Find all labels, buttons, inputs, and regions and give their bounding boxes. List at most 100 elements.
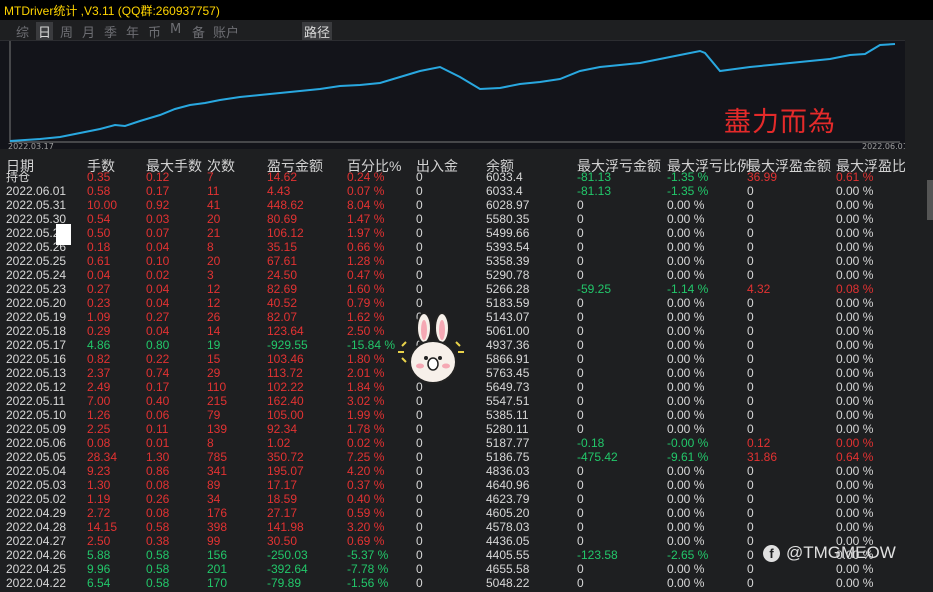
table-row[interactable]: 2022.05.20 0.23 0.04 12 40.52 0.79 % 0 5183.59 0… bbox=[0, 296, 905, 310]
tab-4[interactable]: 季 bbox=[104, 22, 117, 41]
tab-1[interactable]: 日 bbox=[36, 22, 54, 41]
cell-maxlots: 0.01 bbox=[146, 436, 170, 450]
table-row[interactable]: 2022.05.25 0.61 0.10 20 67.61 1.28 % 0 5358.39 0… bbox=[0, 254, 905, 268]
table-row[interactable]: 2022.05.30 0.54 0.03 20 80.69 1.47 % 0 5580.35 0… bbox=[0, 212, 905, 226]
cell-mfp: 0 bbox=[747, 408, 754, 422]
cell-mfpp: 0.00 % bbox=[836, 576, 874, 590]
tab-6[interactable]: 币 bbox=[148, 22, 161, 41]
cell-pnl: 195.07 bbox=[267, 464, 304, 478]
cell-mfpp: 0.00 % bbox=[836, 296, 874, 310]
cell-maxlots: 0.07 bbox=[146, 226, 170, 240]
cell-pct: 4.20 % bbox=[347, 464, 385, 478]
cell-mfpp: 0.00 % bbox=[836, 464, 874, 478]
table-row[interactable]: 2022.05.09 2.25 0.11 139 92.34 1.78 % 0 5280.11… bbox=[0, 422, 905, 436]
cell-mfp: 0 bbox=[747, 394, 754, 408]
tab-0[interactable]: 综 bbox=[16, 22, 29, 41]
cell-date: 2022.05.23 bbox=[6, 282, 67, 296]
cell-date: 2022.06.01 bbox=[6, 184, 67, 198]
cell-pct: 3.20 % bbox=[347, 520, 385, 534]
table-row[interactable]: 2022.04.29 2.72 0.08 176 27.17 0.59 % 0 4605.20… bbox=[0, 506, 905, 520]
cell-pct: 1.28 % bbox=[347, 254, 385, 268]
cell-maxlots: 0.38 bbox=[146, 534, 170, 548]
cell-pnl: 24.50 bbox=[267, 268, 298, 282]
cell-maxlots: 0.22 bbox=[146, 352, 170, 366]
cell-lots: 10.00 bbox=[87, 198, 118, 212]
cell-maxlots: 0.08 bbox=[146, 506, 170, 520]
table-row[interactable]: 2022.04.28 14.15 0.58 398 141.98 3.20 % 0 4578.… bbox=[0, 520, 905, 534]
cell-mflp: 0.00 % bbox=[667, 478, 705, 492]
table-row[interactable]: 2022.04.25 9.96 0.58 201 -392.64 -7.78 % 0 4655… bbox=[0, 562, 905, 576]
cell-mfl: 0 bbox=[577, 198, 584, 212]
cell-pnl: 4.43 bbox=[267, 184, 291, 198]
cell-pnl: 67.61 bbox=[267, 254, 298, 268]
tab-9[interactable]: 账户 bbox=[213, 22, 239, 41]
cell-date: 2022.04.28 bbox=[6, 520, 67, 534]
cell-mflp: -2.65 % bbox=[667, 548, 709, 562]
table-row[interactable]: 2022.05.23 0.27 0.04 12 82.69 1.60 % 0 5266.28 -… bbox=[0, 282, 905, 296]
cell-pct: 1.78 % bbox=[347, 422, 385, 436]
cell-count: 15 bbox=[207, 352, 221, 366]
cell-lots: 0.23 bbox=[87, 296, 111, 310]
table-row[interactable]: 2022.05.26 0.18 0.04 8 35.15 0.66 % 0 5393.54 0 0… bbox=[0, 240, 905, 254]
cell-lots: 0.58 bbox=[87, 184, 111, 198]
table-row[interactable]: 2022.05.27 0.50 0.07 21 106.12 1.97 % 0 5499.66… bbox=[0, 226, 905, 240]
table-row[interactable]: 2022.05.31 10.00 0.92 41 448.62 8.04 % 0 6028.9… bbox=[0, 198, 905, 212]
tab-2[interactable]: 周 bbox=[60, 22, 73, 41]
cell-pct: 0.37 % bbox=[347, 478, 385, 492]
cell-count: 79 bbox=[207, 408, 221, 422]
cell-bal: 5266.28 bbox=[486, 282, 530, 296]
cell-mfl: 0 bbox=[577, 534, 584, 548]
table-row[interactable]: 2022.05.24 0.04 0.02 3 24.50 0.47 % 0 5290.78 0 0… bbox=[0, 268, 905, 282]
cell-bal: 5280.11 bbox=[486, 422, 529, 436]
watermark-text: @TMGMEOW bbox=[786, 543, 896, 562]
cell-pct: 0.40 % bbox=[347, 492, 385, 506]
cell-pnl: 105.00 bbox=[267, 408, 304, 422]
cell-pnl: -392.64 bbox=[267, 562, 308, 576]
cell-pct: -15.84 % bbox=[347, 338, 396, 352]
table-row[interactable]: 2022.05.05 28.34 1.30 785 350.72 7.25 % 0 5186.… bbox=[0, 450, 905, 464]
scrollbar-thumb[interactable] bbox=[927, 180, 933, 220]
window-title: MTDriver统计 ,V3.11 (QQ群:260937757) bbox=[4, 4, 220, 18]
tab-7[interactable]: M bbox=[170, 22, 181, 37]
cell-pct: 0.69 % bbox=[347, 534, 385, 548]
table-row[interactable]: 2022.04.22 6.54 0.58 170 -79.89 -1.56 % 0 5048.… bbox=[0, 576, 905, 590]
table-row[interactable]: 2022.05.03 1.30 0.08 89 17.17 0.37 % 0 4640.96 0… bbox=[0, 478, 905, 492]
cell-count: 29 bbox=[207, 366, 221, 380]
cell-lots: 5.88 bbox=[87, 548, 111, 562]
table-row[interactable]: 2022.05.02 1.19 0.26 34 18.59 0.40 % 0 4623.79 0… bbox=[0, 492, 905, 506]
tab-8[interactable]: 备 bbox=[192, 22, 205, 41]
cell-mfpp: 0.00 % bbox=[836, 254, 874, 268]
cell-maxlots: 0.86 bbox=[146, 464, 170, 478]
cell-count: 21 bbox=[207, 226, 221, 240]
table-row[interactable]: 2022.06.01 0.58 0.17 11 4.43 0.07 % 0 6033.4 -81… bbox=[0, 184, 905, 198]
cell-mfl: 0 bbox=[577, 310, 584, 324]
cell-io: 0 bbox=[416, 212, 423, 226]
tab-bar: 综日周月季年币 M 备账户 路径 bbox=[0, 20, 933, 41]
tab-3[interactable]: 月 bbox=[82, 22, 95, 41]
cell-mfl: 0 bbox=[577, 464, 584, 478]
table-row[interactable]: 2022.05.04 9.23 0.86 341 195.07 4.20 % 0 4836.0… bbox=[0, 464, 905, 478]
vertical-scrollbar[interactable] bbox=[905, 40, 933, 592]
cell-io: 0 bbox=[416, 170, 423, 184]
cell-count: 12 bbox=[207, 282, 221, 296]
tab-10[interactable]: 路径 bbox=[302, 22, 333, 41]
cell-io: 0 bbox=[416, 576, 423, 590]
cell-maxlots: 0.04 bbox=[146, 282, 170, 296]
cell-io: 0 bbox=[416, 282, 423, 296]
cell-count: 41 bbox=[207, 198, 221, 212]
cell-count: 110 bbox=[207, 380, 227, 394]
table-row[interactable]: 2022.05.11 7.00 0.40 215 162.40 3.02 % 0 5547.5… bbox=[0, 394, 905, 408]
table-row[interactable]: 持仓 0.35 0.12 7 14.62 0.24 % 0 6033.4 -81.13 -1.35… bbox=[0, 170, 905, 184]
cell-lots: 28.34 bbox=[87, 450, 118, 464]
cell-mflp: 0.00 % bbox=[667, 352, 705, 366]
cell-lots: 0.27 bbox=[87, 282, 111, 296]
cell-bal: 4436.05 bbox=[486, 534, 530, 548]
table-row[interactable]: 2022.05.06 0.08 0.01 8 1.02 0.02 % 0 5187.77 -0.… bbox=[0, 436, 905, 450]
tab-5[interactable]: 年 bbox=[126, 22, 139, 41]
table-row[interactable]: 2022.05.10 1.26 0.06 79 105.00 1.99 % 0 5385.11… bbox=[0, 408, 905, 422]
cell-mfp: 4.32 bbox=[747, 282, 771, 296]
cell-pct: 0.47 % bbox=[347, 268, 385, 282]
cell-mfp: 0 bbox=[747, 534, 754, 548]
cell-maxlots: 0.04 bbox=[146, 296, 170, 310]
cell-maxlots: 0.17 bbox=[146, 184, 170, 198]
